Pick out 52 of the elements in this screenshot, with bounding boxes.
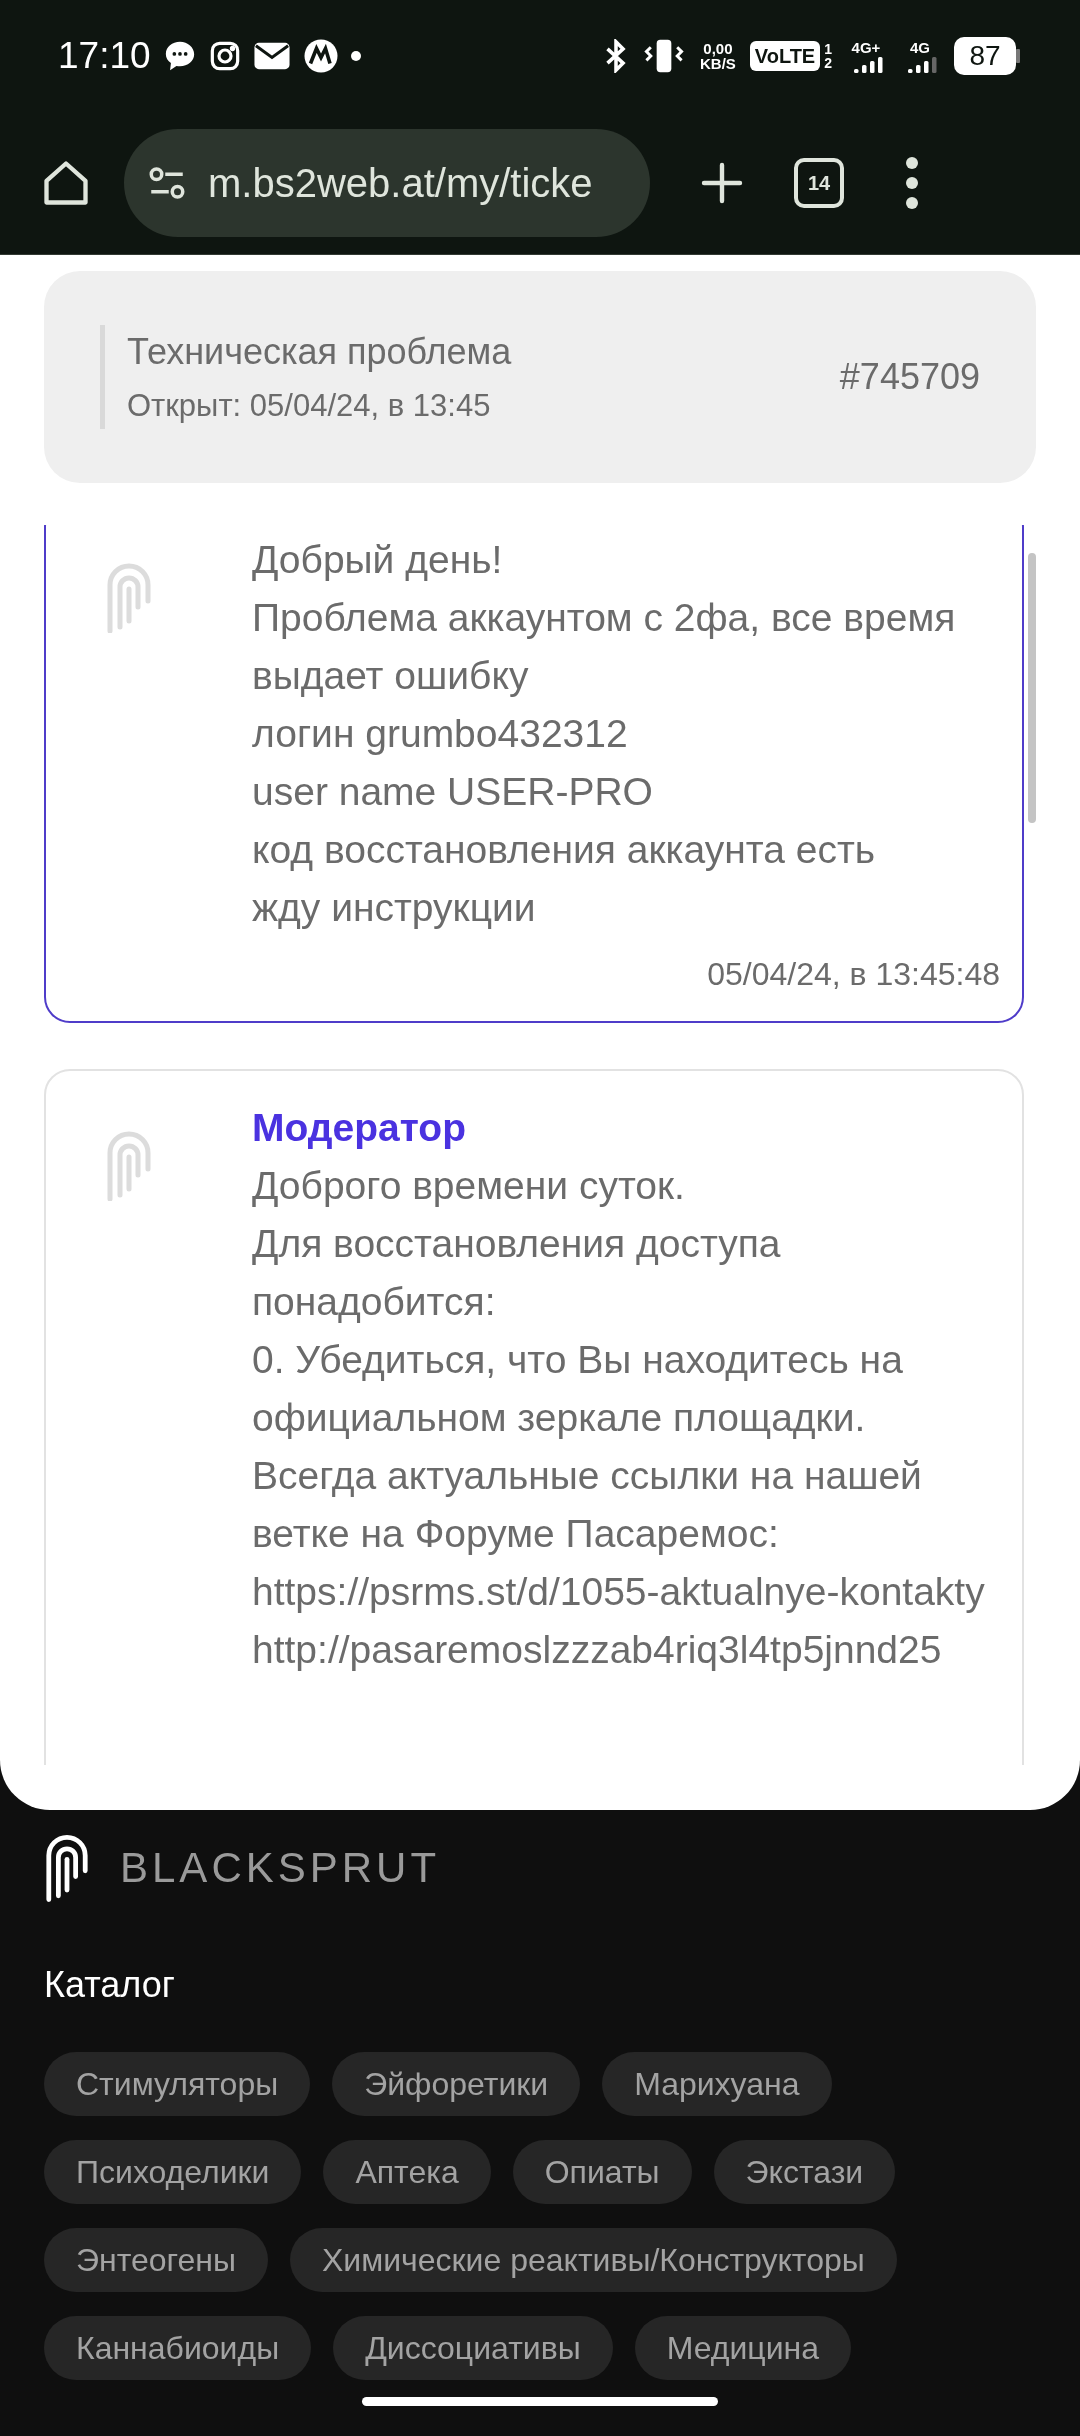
catalog-title: Каталог xyxy=(44,1963,176,2007)
brand-name: BLACKSPRUT xyxy=(120,1842,441,1893)
ticket-number: #745709 xyxy=(839,355,980,399)
category-chip[interactable]: Каннабиоиды xyxy=(44,2316,312,2380)
volte-badge: VoLTE xyxy=(749,41,821,71)
avatar-icon xyxy=(105,1129,153,1201)
category-chip[interactable]: Аптека xyxy=(323,2140,491,2204)
message-text: код восстановления аккаунта есть xyxy=(252,827,877,873)
category-chip[interactable]: Стимуляторы xyxy=(44,2052,311,2116)
clock-time: 17:10 xyxy=(58,34,151,79)
app-icon xyxy=(302,38,339,74)
message-text: user name USER-PRO xyxy=(252,769,654,815)
ticket-opened-date: Открыт: 05/04/24, в 13:45 xyxy=(127,386,492,425)
address-bar[interactable]: m.bs2web.at/my/ticke xyxy=(124,129,650,237)
category-chip[interactable]: Диссоциативы xyxy=(333,2316,613,2380)
speed-value: 0,00 xyxy=(703,41,733,56)
message-text: https://psrms.st/d/1055-aktualnye-kontakty xyxy=(252,1569,986,1615)
message-text: Доброго времени суток. xyxy=(252,1163,686,1209)
category-chip[interactable]: Химические реактивы/Конструкторы xyxy=(290,2228,897,2292)
avatar-icon xyxy=(105,561,153,633)
message-text: http://pasaremoslzzzab4riq3l4tp5jnnd25 xyxy=(252,1627,943,1673)
speed-unit: KB/S xyxy=(700,56,736,71)
message-text: Добрый день! xyxy=(252,537,504,583)
mail-icon xyxy=(252,41,291,71)
message-text: Для восстановления доступа понадобится: xyxy=(252,1221,782,1325)
vibrate-icon xyxy=(642,38,686,74)
category-chip[interactable]: Экстази xyxy=(713,2140,896,2204)
author-name: Модератор xyxy=(252,1105,467,1151)
category-chip[interactable]: Психоделики xyxy=(44,2140,302,2204)
sim-number: 1 xyxy=(824,42,832,56)
network-type: 4G xyxy=(910,39,930,55)
message-text: Всегда актуальные ссылки на нашей ветке на Форуме Пасаремос: xyxy=(252,1453,923,1557)
category-chip[interactable]: Энтеогены xyxy=(44,2228,268,2292)
network-type: 4G+ xyxy=(851,39,881,55)
message-text: 0. Убедиться, что Вы находитесь на официальном зеркале площадки. xyxy=(252,1337,904,1441)
brand-logo-icon xyxy=(44,1832,90,1902)
ticket-title: Техническая проблема xyxy=(127,329,512,374)
url-text: m.bs2web.at/my/ticke xyxy=(208,160,593,207)
notification-dot-icon xyxy=(350,51,361,61)
category-chip[interactable]: Марихуана xyxy=(602,2052,832,2116)
sim-number: 2 xyxy=(824,56,832,70)
camera-icon xyxy=(208,40,241,72)
category-chip[interactable]: Медицина xyxy=(634,2316,851,2380)
message-time: 05/04/24, в 13:45:48 xyxy=(707,955,1000,994)
bluetooth-icon xyxy=(604,39,628,73)
tab-count-button[interactable]: 14 xyxy=(794,158,844,208)
battery-level: 87 xyxy=(954,37,1016,75)
battery-tip-icon xyxy=(1016,49,1022,63)
message-text: логин grumbo432312 xyxy=(252,711,629,757)
category-chip[interactable]: Эйфоретики xyxy=(332,2052,581,2116)
message-text: жду инструкции xyxy=(252,885,537,931)
category-chip[interactable]: Опиаты xyxy=(512,2140,692,2204)
